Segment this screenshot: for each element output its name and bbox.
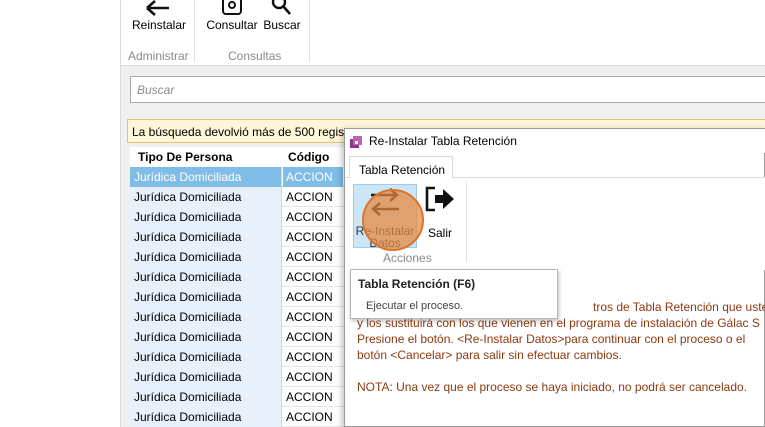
- column-codigo[interactable]: Código: [284, 150, 329, 164]
- ribbon: Reinstalar Consultar Buscar Administrar …: [121, 0, 765, 66]
- exit-icon: [425, 186, 454, 212]
- group-consultas: Consultas: [228, 49, 282, 63]
- buscar-button[interactable]: Buscar: [261, 0, 303, 40]
- app-window: Reinstalar Consultar Buscar Administrar …: [0, 0, 765, 427]
- cell-tipo-persona: Jurídica Domiciliada: [130, 227, 282, 247]
- dialog-title: Re-Instalar Tabla Retención: [369, 134, 517, 148]
- cell-codigo: ACCION: [286, 250, 333, 264]
- exit-button[interactable]: Salir: [419, 184, 461, 244]
- cell-tipo-persona: Jurídica Domiciliada: [130, 207, 282, 227]
- cell-codigo: ACCION: [286, 370, 333, 384]
- column-tipo-persona[interactable]: Tipo De Persona: [130, 150, 282, 164]
- tooltip-description: Ejecutar el proceso.: [366, 300, 464, 312]
- group-acciones: Acciones: [383, 251, 432, 265]
- cell-tipo-persona: Jurídica Domiciliada: [130, 187, 282, 207]
- buscar-label: Buscar: [263, 18, 301, 32]
- message-line: botón <Cancelar> para salir sin efectuar…: [357, 348, 622, 362]
- exit-label: Salir: [427, 226, 452, 240]
- tooltip: Tabla Retención (F6) Ejecutar el proceso…: [350, 269, 558, 319]
- group-administrar: Administrar: [128, 49, 189, 63]
- cell-tipo-persona: Jurídica Domiciliada: [130, 267, 282, 287]
- search-input[interactable]: Buscar: [130, 76, 765, 103]
- cell-codigo: ACCION: [286, 350, 333, 364]
- tab-tabla-retencion[interactable]: Tabla Retención: [349, 156, 453, 179]
- cell-codigo: ACCION: [286, 390, 333, 404]
- search-placeholder: Buscar: [137, 83, 175, 97]
- cell-codigo: ACCION: [286, 190, 333, 204]
- cell-codigo: ACCION: [286, 290, 333, 304]
- cell-codigo: ACCION: [286, 310, 333, 324]
- reinstall-data-button[interactable]: Re-Instalar Datos: [353, 184, 424, 251]
- cell-codigo: ACCION: [286, 410, 333, 424]
- dialog-tabbar: Tabla Retención: [345, 156, 765, 179]
- back-arrow-icon: [146, 0, 169, 16]
- cell-tipo-persona: Jurídica Domiciliada: [130, 307, 282, 327]
- tab-label: Tabla Retención: [359, 163, 446, 177]
- cell-codigo: ACCION: [286, 230, 333, 244]
- cell-tipo-persona: Jurídica Domiciliada: [130, 327, 282, 347]
- cell-tipo-persona: Jurídica Domiciliada: [130, 287, 282, 307]
- dialog-ribbon: Re-Instalar Datos Salir Acciones: [345, 178, 765, 270]
- message-line: [357, 363, 765, 379]
- cell-tipo-persona: Jurídica Domiciliada: [130, 407, 282, 427]
- cell-codigo: ACCION: [286, 270, 333, 284]
- cell-codigo: ACCION: [283, 167, 343, 187]
- magnifier-icon: [271, 0, 291, 15]
- reinstalar-label: Reinstalar: [131, 18, 187, 32]
- cell-tipo-persona: Jurídica Domiciliada: [130, 347, 282, 367]
- ribbon-separator: [194, 0, 195, 62]
- tooltip-title: Tabla Retención (F6): [358, 277, 476, 291]
- consult-icon: [222, 0, 242, 15]
- consultar-label: Consultar: [206, 18, 258, 32]
- ribbon-separator: [309, 0, 310, 62]
- cell-codigo: ACCION: [286, 210, 333, 224]
- consultar-button[interactable]: Consultar: [203, 0, 261, 40]
- reinstalar-button[interactable]: Reinstalar: [129, 0, 189, 40]
- cell-tipo-persona: Jurídica Domiciliada: [130, 167, 282, 187]
- ribbon-separator: [466, 182, 467, 262]
- message-note: NOTA: Una vez que el proceso se haya ini…: [357, 380, 747, 394]
- left-panel: [0, 0, 121, 427]
- click-highlight: [362, 189, 424, 251]
- cell-tipo-persona: Jurídica Domiciliada: [130, 247, 282, 267]
- notice-text: La búsqueda devolvió más de 500 regist: [132, 125, 348, 139]
- cell-tipo-persona: Jurídica Domiciliada: [130, 367, 282, 387]
- dialog-titlebar: Re-Instalar Tabla Retención: [345, 129, 765, 153]
- cell-tipo-persona: Jurídica Domiciliada: [130, 387, 282, 407]
- cell-codigo: ACCION: [286, 330, 333, 344]
- message-line: Presione el botón. <Re-Instalar Datos>pa…: [357, 332, 746, 346]
- app-icon: [350, 136, 362, 148]
